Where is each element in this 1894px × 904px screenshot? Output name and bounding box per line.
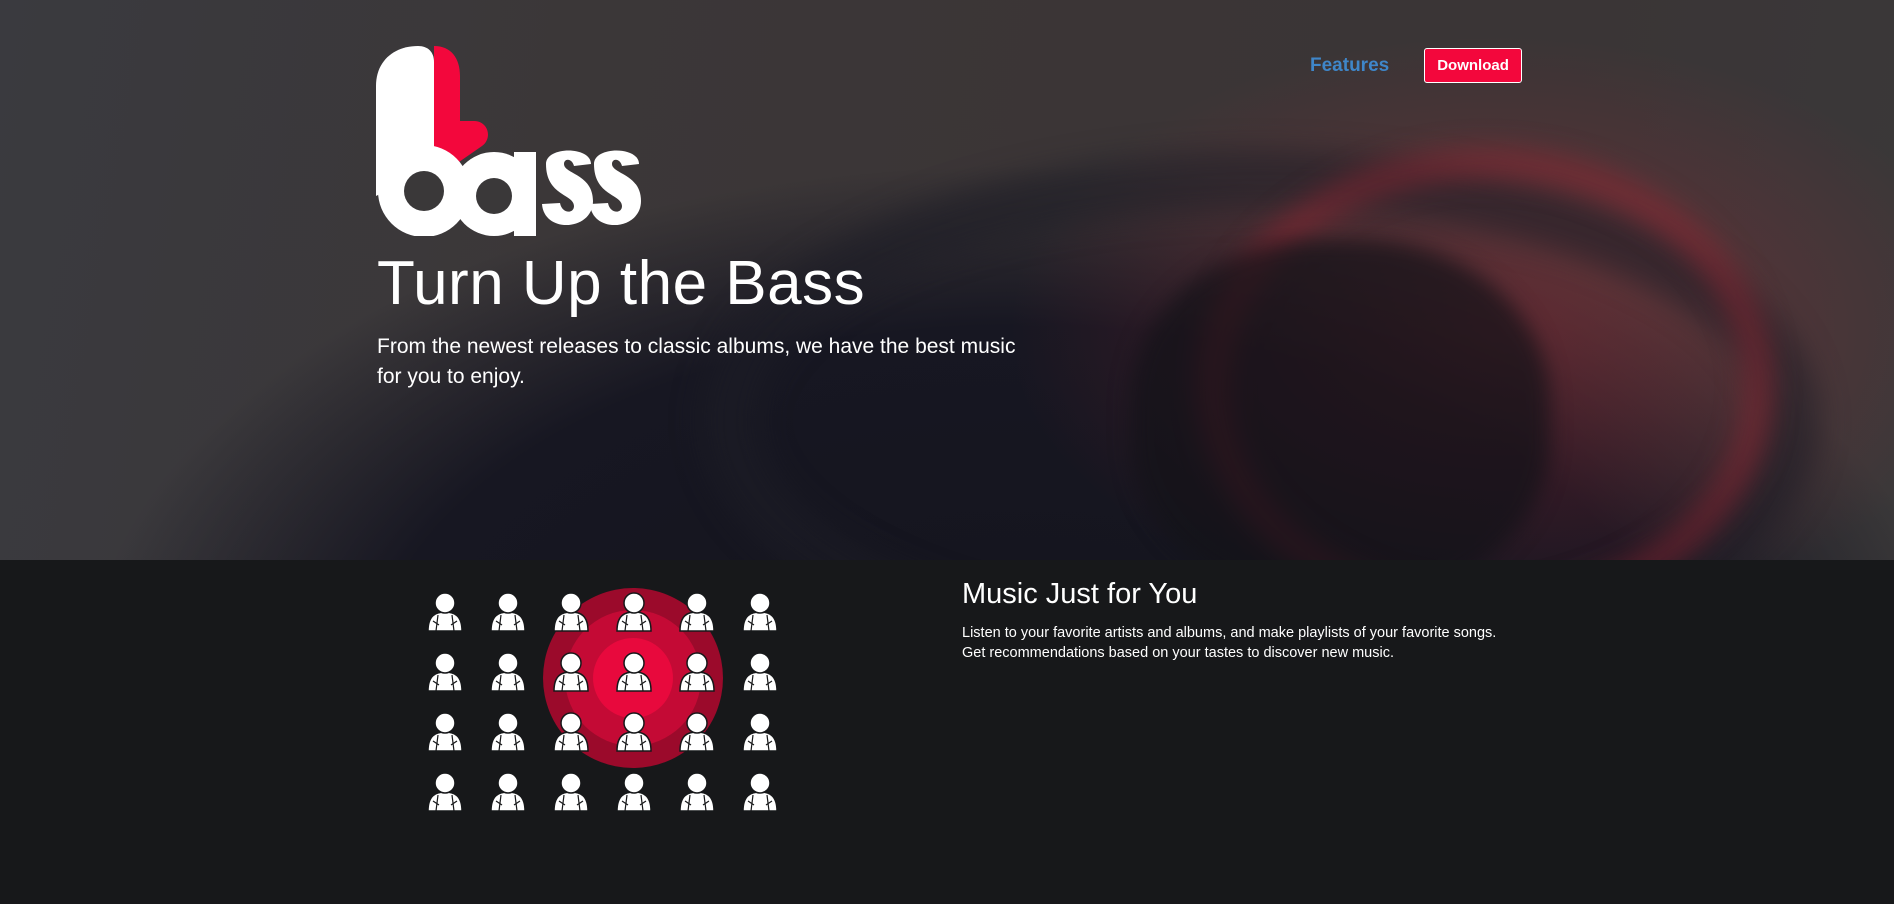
listener-grid-illustration [427, 588, 778, 812]
person-icon [427, 712, 463, 752]
person-icon [427, 772, 463, 812]
person-icon [490, 712, 526, 752]
hero-background-headphone-cup [1130, 240, 1550, 560]
bass-logo[interactable] [376, 46, 641, 236]
hero-section [0, 0, 1894, 560]
person-icon [427, 652, 463, 692]
features-section [0, 560, 1894, 904]
person-icon [490, 652, 526, 692]
person-icon [742, 712, 778, 752]
nav-link-features[interactable]: Features [1310, 55, 1389, 77]
person-icon [490, 592, 526, 632]
top-nav: Features Download [1310, 48, 1522, 83]
person-icon [616, 772, 652, 812]
person-icon [742, 652, 778, 692]
hero-subtitle: From the newest releases to classic albu… [377, 335, 1016, 388]
feature-description: Listen to your favorite artists and albu… [962, 625, 1497, 661]
person-icon [679, 772, 715, 812]
person-icon [742, 592, 778, 632]
person-icon [553, 772, 589, 812]
person-icon [742, 772, 778, 812]
person-icon [427, 592, 463, 632]
person-icon [490, 772, 526, 812]
hero-title: Turn Up the Bass [377, 249, 866, 318]
download-button[interactable]: Download [1424, 48, 1522, 83]
feature-title: Music Just for You [962, 578, 1198, 610]
